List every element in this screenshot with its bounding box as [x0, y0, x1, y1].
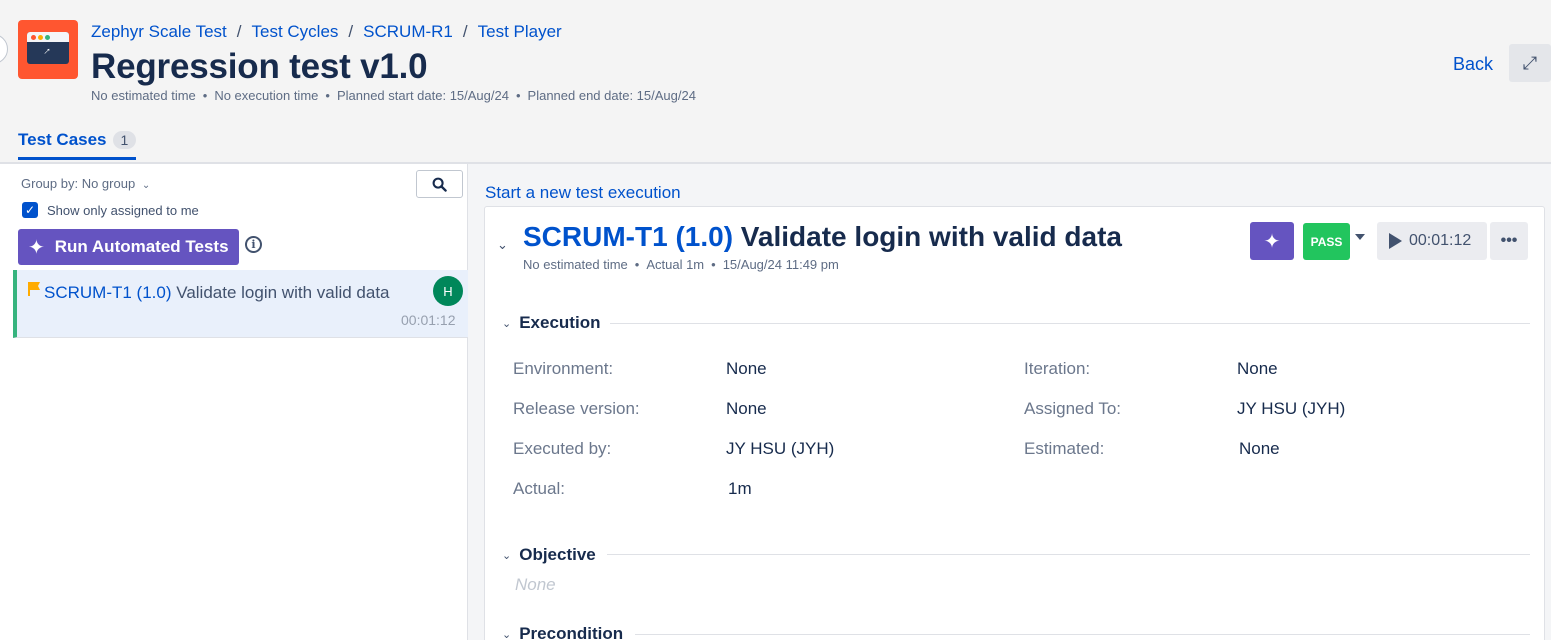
section-title: Execution: [519, 313, 601, 332]
test-case-item[interactable]: SCRUM-T1 (1.0) Validate login with valid…: [13, 270, 468, 338]
divider: [607, 554, 1530, 555]
assigned-to-value[interactable]: JY HSU (JYH): [1237, 399, 1345, 419]
divider: [610, 323, 1530, 324]
expand-button[interactable]: ⤢: [1509, 44, 1551, 82]
section-title: Objective: [519, 545, 596, 564]
play-icon: [1389, 233, 1402, 249]
chevron-down-icon: ⌄: [141, 180, 151, 191]
start-new-execution-link[interactable]: Start a new test execution: [485, 183, 681, 203]
sparkle-icon: ✦: [28, 236, 45, 259]
assigned-checkbox[interactable]: ✓: [22, 202, 38, 218]
field-label: Executed by:: [513, 439, 612, 458]
test-case-list-panel: Group by: No group ⌄ ✓ Show only assigne…: [0, 164, 468, 640]
chevron-down-icon[interactable]: ⌄: [497, 237, 508, 253]
breadcrumb-item[interactable]: Test Player: [478, 22, 562, 41]
search-button[interactable]: [416, 170, 463, 198]
more-icon: •••: [1500, 232, 1518, 249]
tab-count-badge: 1: [112, 131, 137, 149]
test-case-name: Validate login with valid data: [176, 283, 390, 302]
sidebar-toggle[interactable]: [0, 34, 8, 64]
page-header: ↑ Zephyr Scale Test / Test Cycles / SCRUM-R1…: [0, 0, 1551, 162]
test-case-time: 00:01:12: [401, 312, 456, 328]
breadcrumb-item[interactable]: SCRUM-R1: [363, 22, 453, 41]
group-by-dropdown[interactable]: Group by: No group ⌄: [21, 176, 150, 191]
execution-key[interactable]: SCRUM-T1 (1.0): [523, 221, 733, 252]
chevron-down-icon: ⌄: [502, 549, 512, 562]
assigned-filter: ✓ Show only assigned to me: [22, 202, 199, 218]
sparkle-icon: ✦: [1263, 230, 1281, 253]
expand-icon: ⤢: [1522, 52, 1538, 73]
status-button[interactable]: PASS: [1303, 223, 1350, 260]
breadcrumb-item[interactable]: Test Cycles: [252, 22, 339, 41]
field-label: Release version:: [513, 399, 640, 418]
iteration-value[interactable]: None: [1237, 359, 1278, 379]
release-version-value[interactable]: None: [726, 399, 767, 419]
field-label: Assigned To:: [1024, 399, 1122, 418]
meta-execution-time: No execution time: [214, 88, 319, 103]
assigned-label: Show only assigned to me: [47, 202, 199, 218]
timer-value: 00:01:12: [1409, 232, 1472, 249]
chevron-down-icon: ⌄: [502, 317, 512, 330]
breadcrumb: Zephyr Scale Test / Test Cycles / SCRUM-R1/T…: [91, 22, 562, 41]
meta-timestamp: 15/Aug/24 11:49 pm: [722, 257, 839, 272]
estimated-value[interactable]: None: [1239, 439, 1280, 459]
execution-meta: No estimated time • Actual 1m • 15/Aug/24 11…: [523, 257, 839, 272]
status-dropdown-caret-icon[interactable]: [1355, 234, 1365, 240]
execution-card: ⌄ SCRUM-T1 (1.0) Validate login with val…: [484, 206, 1545, 640]
run-button-label: Run Automated Tests: [54, 237, 229, 256]
divider: [635, 634, 1530, 635]
section-objective-header[interactable]: ⌄ Objective: [502, 545, 596, 565]
info-icon[interactable]: i: [245, 236, 262, 253]
more-actions-button[interactable]: •••: [1490, 222, 1528, 260]
execution-title: SCRUM-T1 (1.0) Validate login with valid…: [523, 221, 1122, 253]
field-label: Environment:: [513, 359, 614, 378]
meta-estimated: No estimated time: [523, 257, 628, 272]
breadcrumb-item[interactable]: Zephyr Scale Test: [91, 22, 227, 41]
meta-estimated: No estimated time: [91, 88, 196, 103]
meta-actual: Actual 1m: [646, 257, 705, 272]
tab-test-cases[interactable]: Test Cases 1: [18, 130, 137, 160]
section-precondition-header[interactable]: ⌄ Precondition: [502, 624, 623, 640]
cycle-meta: No estimated time • No execution time • Plan…: [91, 88, 696, 103]
meta-start-date: Planned start date: 15/Aug/24: [336, 88, 509, 103]
avatar: H: [433, 276, 463, 306]
field-label: Estimated:: [1024, 439, 1105, 458]
page-title: Regression test v1.0: [91, 47, 428, 86]
back-button[interactable]: Back: [1453, 54, 1493, 75]
environment-value[interactable]: None: [726, 359, 767, 379]
chevron-down-icon: ⌄: [502, 628, 512, 640]
section-execution-header[interactable]: ⌄ Execution: [502, 313, 600, 333]
executed-by-value[interactable]: JY HSU (JYH): [726, 439, 834, 459]
section-title: Precondition: [519, 624, 624, 640]
run-automated-tests-button[interactable]: ✦ Run Automated Tests: [18, 229, 239, 265]
timer-button[interactable]: 00:01:12: [1377, 222, 1487, 260]
field-label: Iteration:: [1024, 359, 1091, 378]
search-icon: [432, 177, 447, 192]
objective-value[interactable]: None: [515, 575, 556, 595]
test-case-title: SCRUM-T1 (1.0) Validate login with valid…: [44, 283, 390, 303]
execution-name: Validate login with valid data: [740, 221, 1122, 252]
zephyr-app-icon: ↑: [18, 20, 78, 79]
tab-label: Test Cases: [18, 130, 107, 149]
ai-assist-button[interactable]: ✦: [1250, 222, 1294, 260]
flag-icon: [28, 282, 40, 296]
test-case-key: SCRUM-T1 (1.0): [44, 283, 172, 302]
group-by-label: Group by: No group: [21, 176, 136, 191]
actual-value[interactable]: 1m: [728, 479, 752, 499]
field-label: Actual:: [513, 479, 565, 498]
meta-end-date: Planned end date: 15/Aug/24: [527, 88, 696, 103]
tab-bar: Test Cases 1: [18, 130, 137, 160]
